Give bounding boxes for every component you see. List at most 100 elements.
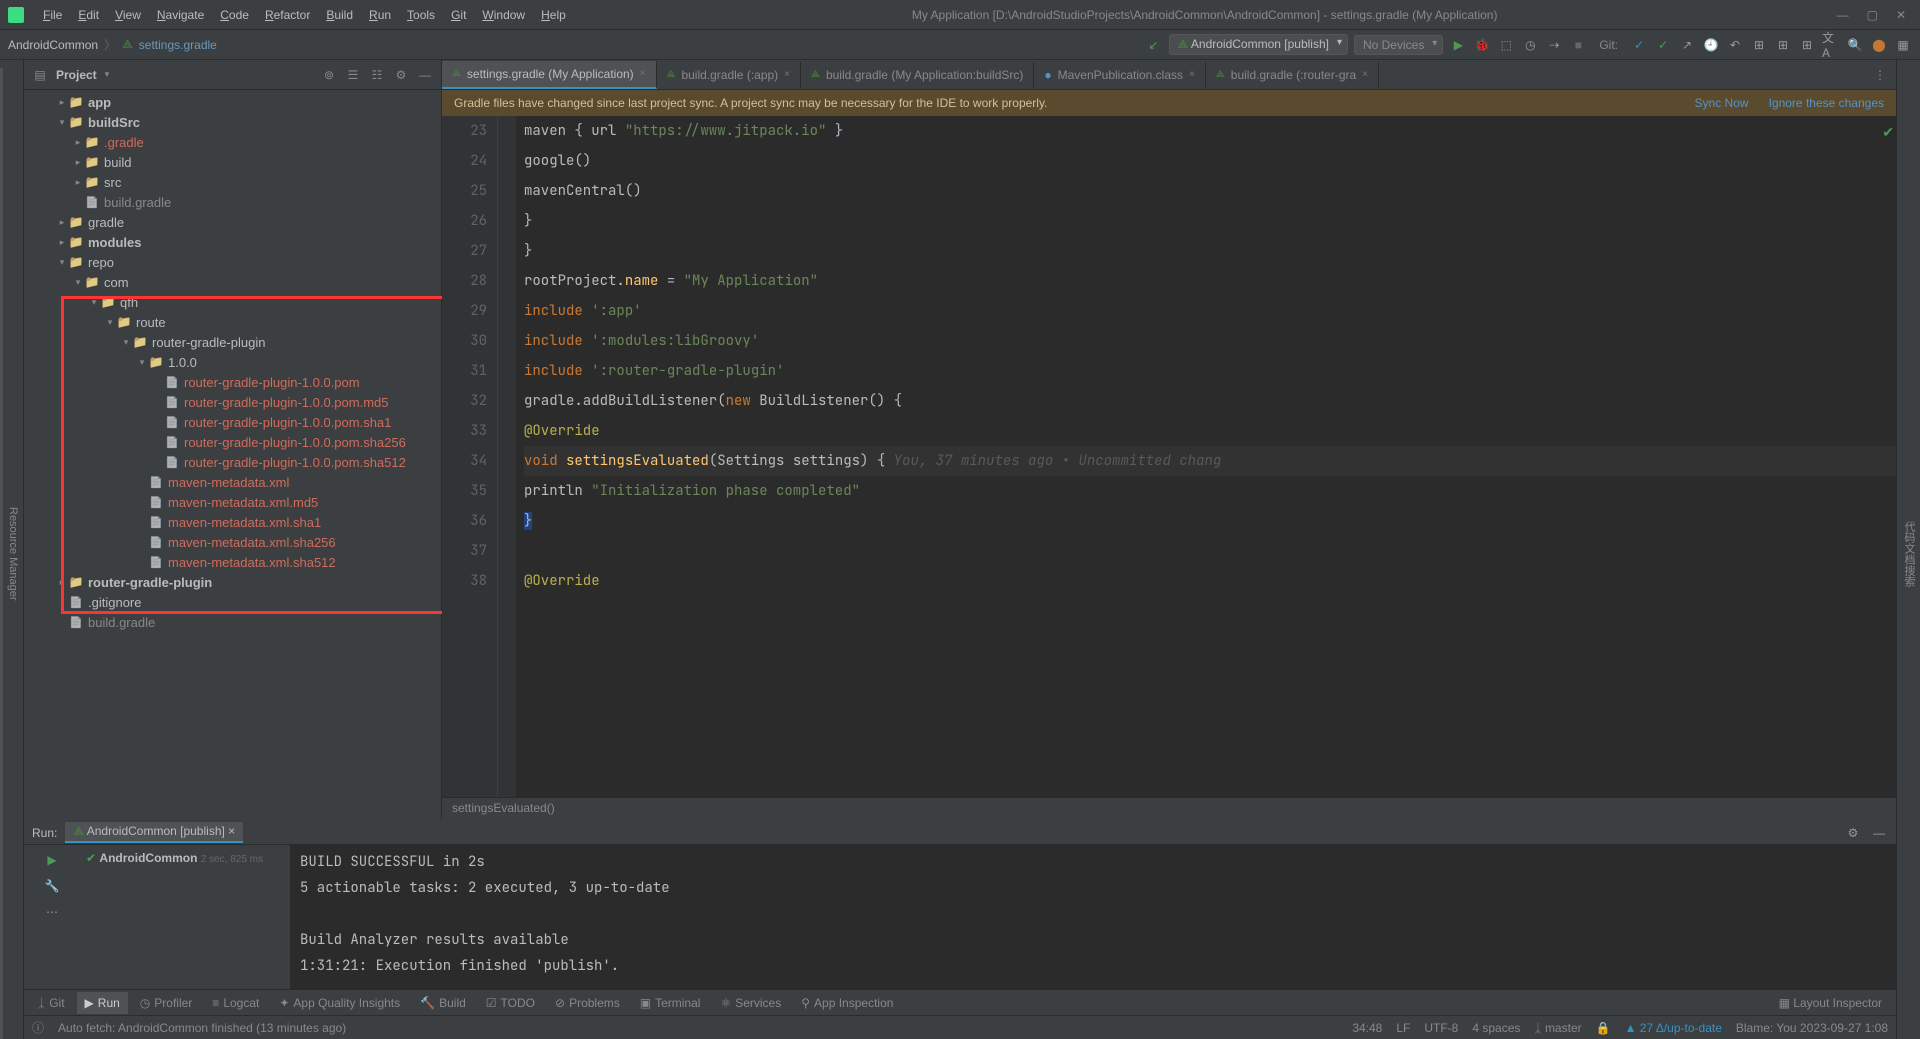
tree-node[interactable]: ▾buildSrc xyxy=(24,112,441,132)
toolwindow-project[interactable]: Project xyxy=(0,68,3,1039)
bottom-tool-services[interactable]: ⚛ Services xyxy=(712,992,789,1014)
menu-navigate[interactable]: Navigate xyxy=(150,4,211,26)
git-rollback-icon[interactable]: ↶ xyxy=(1726,36,1744,54)
tree-node[interactable]: maven-metadata.xml.sha1 xyxy=(24,512,441,532)
menu-help[interactable]: Help xyxy=(534,4,573,26)
bottom-tool-stripe[interactable]: ᛣ Git▶ Run◷ Profiler≡ Logcat✦ App Qualit… xyxy=(24,989,1896,1015)
bottom-tool-run[interactable]: ▶ Run xyxy=(77,992,128,1014)
run-tool-button[interactable]: 🔧 xyxy=(43,877,61,895)
menu-view[interactable]: View xyxy=(108,4,148,26)
menu-edit[interactable]: Edit xyxy=(71,4,106,26)
gear-icon[interactable]: ⚙ xyxy=(393,68,409,82)
tree-node[interactable]: maven-metadata.xml xyxy=(24,472,441,492)
editor-tab[interactable]: ● MavenPublication.class × xyxy=(1034,62,1206,88)
caret-position[interactable]: 34:48 xyxy=(1352,1021,1382,1035)
avatar-icon[interactable]: ▦ xyxy=(1894,36,1912,54)
tree-node[interactable]: ▾route xyxy=(24,312,441,332)
bottom-tool-app-inspection[interactable]: ⚲ App Inspection xyxy=(793,992,901,1014)
stop-button[interactable]: ■ xyxy=(1569,36,1587,54)
menu-git[interactable]: Git xyxy=(444,4,473,26)
code-editor[interactable]: 23242526272829303132333435363738 maven {… xyxy=(442,116,1896,797)
tree-node[interactable]: router-gradle-plugin-1.0.0.pom.sha512 xyxy=(24,452,441,472)
bottom-tool-build[interactable]: 🔨 Build xyxy=(412,992,474,1014)
locate-icon[interactable]: ⊚ xyxy=(321,68,337,82)
minimize-button[interactable]: — xyxy=(1837,8,1849,22)
run-output[interactable]: BUILD SUCCESSFUL in 2s5 actionable tasks… xyxy=(290,845,1896,989)
editor-tabs[interactable]: ⟁settings.gradle (My Application) ×⟁buil… xyxy=(442,60,1896,90)
tree-node[interactable]: ▸modules xyxy=(24,232,441,252)
tree-node[interactable]: .gitignore xyxy=(24,592,441,612)
menu-file[interactable]: File xyxy=(36,4,69,26)
tabs-more-icon[interactable]: ⋮ xyxy=(1864,68,1896,82)
menu-run[interactable]: Run xyxy=(362,4,398,26)
git-history-icon[interactable]: 🕘 xyxy=(1702,36,1720,54)
device-selector[interactable]: No Devices xyxy=(1354,35,1443,55)
editor-tab[interactable]: ⟁build.gradle (:app) × xyxy=(657,62,802,88)
git-commit-icon[interactable]: ✓ xyxy=(1654,36,1672,54)
search-icon[interactable]: 🔍 xyxy=(1846,36,1864,54)
debug-button[interactable]: 🐞 xyxy=(1473,36,1491,54)
breadcrumb-file[interactable]: settings.gradle xyxy=(139,38,217,52)
menu-refactor[interactable]: Refactor xyxy=(258,4,317,26)
sync-now-link[interactable]: Sync Now xyxy=(1695,96,1749,110)
more-1-icon[interactable]: ⊞ xyxy=(1750,36,1768,54)
run-tab[interactable]: ⟁ AndroidCommon [publish] × xyxy=(65,822,243,843)
more-2-icon[interactable]: ⊞ xyxy=(1774,36,1792,54)
tree-node[interactable]: ▸build xyxy=(24,152,441,172)
tree-node[interactable]: ▸gradle xyxy=(24,212,441,232)
breadcrumb-root[interactable]: AndroidCommon xyxy=(8,38,98,52)
tree-node[interactable]: build.gradle xyxy=(24,192,441,212)
tree-node[interactable]: build.gradle xyxy=(24,612,441,632)
editor-tab[interactable]: ⟁settings.gradle (My Application) × xyxy=(442,61,657,89)
indent-info[interactable]: 4 spaces xyxy=(1472,1021,1520,1035)
settings-icon[interactable]: ⬤ xyxy=(1870,36,1888,54)
run-hide-icon[interactable]: — xyxy=(1870,824,1888,842)
run-config-selector[interactable]: ⟁ AndroidCommon [publish] xyxy=(1169,34,1348,55)
bottom-tool-todo[interactable]: ☑ TODO xyxy=(478,992,543,1014)
git-branch[interactable]: ᛣ master xyxy=(1534,1021,1581,1035)
project-view-icon[interactable]: ▤ xyxy=(32,68,48,82)
editor-tab[interactable]: ⟁build.gradle (My Application:buildSrc) xyxy=(801,62,1034,88)
expand-icon[interactable]: ☷ xyxy=(369,68,385,82)
file-encoding[interactable]: UTF-8 xyxy=(1424,1021,1458,1035)
translate-icon[interactable]: 文A xyxy=(1822,36,1840,54)
blame-info[interactable]: Blame: You 2023-09-27 1:08 xyxy=(1736,1021,1888,1035)
close-button[interactable]: ✕ xyxy=(1896,8,1906,22)
project-tree[interactable]: ▸app▾buildSrc▸.gradle▸build▸srcbuild.gra… xyxy=(24,90,441,819)
run-button[interactable]: ▶ xyxy=(1449,36,1467,54)
toolwindow-代码文档搜索[interactable]: 代码文档搜索 xyxy=(1897,68,1920,1039)
breadcrumb[interactable]: AndroidCommon 〉 ⟁ settings.gradle xyxy=(8,36,217,53)
project-panel-title[interactable]: Project xyxy=(56,68,97,82)
tree-node[interactable]: ▸app xyxy=(24,92,441,112)
editor-breadcrumb[interactable]: settingsEvaluated() xyxy=(442,797,1896,819)
sync-icon[interactable]: ↙ xyxy=(1145,36,1163,54)
attach-button[interactable]: ⇢ xyxy=(1545,36,1563,54)
git-update-icon[interactable]: ✓ xyxy=(1630,36,1648,54)
bottom-tool-profiler[interactable]: ◷ Profiler xyxy=(132,992,201,1014)
coverage-button[interactable]: ⬚ xyxy=(1497,36,1515,54)
bottom-tool-terminal[interactable]: ▣ Terminal xyxy=(632,992,709,1014)
git-push-icon[interactable]: ↗ xyxy=(1678,36,1696,54)
readonly-lock-icon[interactable]: 🔒 xyxy=(1596,1021,1611,1035)
menu-build[interactable]: Build xyxy=(319,4,360,26)
hide-icon[interactable]: — xyxy=(417,68,433,82)
bottom-tool-problems[interactable]: ⊘ Problems xyxy=(547,992,628,1014)
menu-code[interactable]: Code xyxy=(213,4,256,26)
inspection-ok-icon[interactable]: ✔ xyxy=(1882,118,1894,148)
tree-node[interactable]: router-gradle-plugin-1.0.0.pom.md5 xyxy=(24,392,441,412)
sync-status[interactable]: ▲ 27 Δ/up-to-date xyxy=(1625,1021,1722,1035)
bottom-tool-logcat[interactable]: ≡ Logcat xyxy=(204,992,267,1014)
rerun-button[interactable]: ▶ xyxy=(43,851,61,869)
tree-node[interactable]: ▾com xyxy=(24,272,441,292)
tree-node[interactable]: ▾router-gradle-plugin xyxy=(24,332,441,352)
tree-node[interactable]: maven-metadata.xml.sha256 xyxy=(24,532,441,552)
bottom-tool-app-quality-insights[interactable]: ✦ App Quality Insights xyxy=(271,992,408,1014)
tree-node[interactable]: router-gradle-plugin-1.0.0.pom xyxy=(24,372,441,392)
run-gear-icon[interactable]: ⚙ xyxy=(1844,824,1862,842)
ignore-changes-link[interactable]: Ignore these changes xyxy=(1769,96,1884,110)
tree-node[interactable]: ▸router-gradle-plugin xyxy=(24,572,441,592)
menu-tools[interactable]: Tools xyxy=(400,4,442,26)
menu-window[interactable]: Window xyxy=(475,4,532,26)
maximize-button[interactable]: ▢ xyxy=(1867,8,1878,22)
collapse-icon[interactable]: ☰ xyxy=(345,68,361,82)
